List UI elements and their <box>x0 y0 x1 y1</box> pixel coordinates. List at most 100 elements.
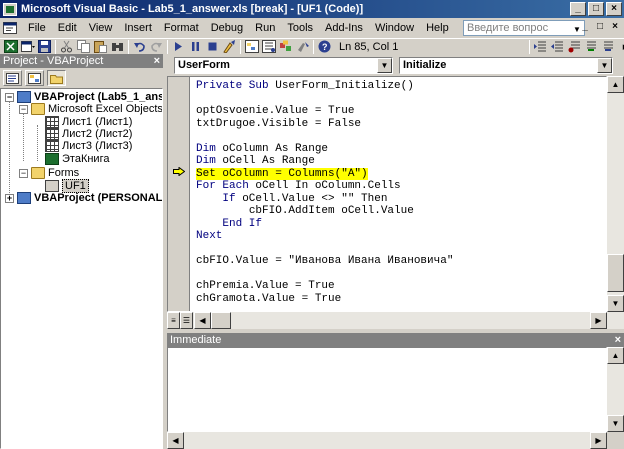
tree-node-forms[interactable]: − Forms <box>19 167 79 179</box>
close-icon[interactable]: × <box>154 54 160 68</box>
toggle-breakpoint-icon[interactable] <box>566 39 583 54</box>
tree-node-sheet2[interactable]: Лист2 (Лист2) <box>45 128 132 140</box>
immediate-vertical-scrollbar[interactable]: ▲ ▼ <box>607 347 624 432</box>
collapse-icon[interactable]: − <box>19 168 28 178</box>
reset-icon[interactable] <box>204 39 221 54</box>
view-object-button[interactable] <box>25 70 44 86</box>
tree-node-sheet3[interactable]: Лист3 (Лист3) <box>45 140 132 152</box>
collapse-icon[interactable]: − <box>19 104 28 114</box>
code-window-icon[interactable] <box>2 21 18 35</box>
undo-icon[interactable] <box>131 39 148 54</box>
code-line[interactable]: txtDrugoe.Visible = False <box>196 118 361 131</box>
tree-node-workbook[interactable]: ЭтаКнига <box>45 153 109 165</box>
tree-node-vbaproject-lab5[interactable]: − VBAProject (Lab5_1_answer. <box>5 91 162 103</box>
copy-icon[interactable] <box>75 39 92 54</box>
object-combo[interactable]: UserForm ▼ <box>174 57 393 74</box>
code-line[interactable]: Dim oCell As Range <box>196 155 315 168</box>
run-icon[interactable] <box>170 39 187 54</box>
menu-view[interactable]: View <box>83 22 119 34</box>
minimize-button[interactable]: _ <box>570 2 586 16</box>
redo-icon[interactable] <box>148 39 165 54</box>
help-icon[interactable]: ? <box>316 39 333 54</box>
breakpoint-margin[interactable] <box>168 77 190 311</box>
menu-run[interactable]: Run <box>249 22 281 34</box>
menu-file[interactable]: File <box>22 22 52 34</box>
menu-help[interactable]: Help <box>420 22 455 34</box>
code-line[interactable]: End If <box>196 218 262 231</box>
code-line[interactable]: If oCell.Value <> "" Then <box>196 193 387 206</box>
expand-icon[interactable]: + <box>5 193 14 203</box>
tree-node-vbaproject-personal[interactable]: + VBAProject (PERSONAL.XLS) <box>5 192 162 204</box>
mdi-close-button[interactable]: × <box>608 21 622 34</box>
menu-tools[interactable]: Tools <box>281 22 319 34</box>
chevron-down-icon[interactable]: ▼ <box>597 58 612 73</box>
break-icon[interactable] <box>187 39 204 54</box>
code-line[interactable]: chPremia.Value = True <box>196 280 335 293</box>
scroll-down-icon[interactable]: ▼ <box>607 295 624 312</box>
code-vertical-scrollbar[interactable]: ▲ ▼ <box>607 76 624 312</box>
scroll-thumb[interactable] <box>607 254 624 292</box>
paste-icon[interactable] <box>92 39 109 54</box>
code-horizontal-scrollbar[interactable]: ≡ ☰ ◀ ▶ <box>167 312 624 329</box>
view-code-button[interactable] <box>3 70 22 86</box>
outdent-icon[interactable] <box>549 39 566 54</box>
close-button[interactable]: × <box>606 2 622 16</box>
project-explorer-icon[interactable] <box>243 39 260 54</box>
project-tree[interactable]: − VBAProject (Lab5_1_answer. − Microsoft… <box>0 88 163 449</box>
find-icon[interactable] <box>109 39 126 54</box>
close-icon[interactable]: × <box>615 333 621 347</box>
scroll-thumb[interactable] <box>211 312 231 329</box>
toolbar-options-icon[interactable]: ▸ <box>617 39 624 54</box>
maximize-button[interactable]: □ <box>588 2 604 16</box>
code-line[interactable]: cbFIO.AddItem oCell.Value <box>196 205 414 218</box>
menu-insert[interactable]: Insert <box>118 22 158 34</box>
indent-icon[interactable] <box>532 39 549 54</box>
code-line[interactable]: cbFIO.Value = "Иванова Ивана Ивановича" <box>196 255 453 268</box>
collapse-icon[interactable]: − <box>5 92 14 102</box>
design-mode-icon[interactable] <box>221 39 238 54</box>
full-module-view-icon[interactable]: ☰ <box>180 312 193 329</box>
tree-node-sheet1[interactable]: Лист1 (Лист1) <box>45 116 132 128</box>
insert-userform-icon[interactable] <box>19 39 36 54</box>
scroll-up-icon[interactable]: ▲ <box>607 347 624 364</box>
code-line[interactable]: Set oColumn = Columns("A") <box>196 167 368 181</box>
procedure-view-icon[interactable]: ≡ <box>167 312 180 329</box>
code-line[interactable]: optOsvoenie.Value = True <box>196 105 354 118</box>
menu-format[interactable]: Format <box>158 22 205 34</box>
uncomment-block-icon[interactable] <box>600 39 617 54</box>
code-line[interactable]: Dim oColumn As Range <box>196 143 328 156</box>
immediate-horizontal-scrollbar[interactable]: ◀ ▶ <box>167 432 607 449</box>
code-line[interactable]: Next <box>196 230 222 243</box>
toggle-folders-button[interactable] <box>47 70 66 86</box>
cut-icon[interactable] <box>58 39 75 54</box>
code-editor[interactable]: Private Sub UserForm_Initialize() optOsvo… <box>167 76 607 312</box>
immediate-window[interactable] <box>167 347 607 432</box>
code-line[interactable]: Private Sub UserForm_Initialize() <box>196 80 414 93</box>
chevron-down-icon[interactable]: ▼ <box>377 58 392 73</box>
mdi-restore-button[interactable]: □ <box>593 21 607 34</box>
code-line[interactable]: For Each oCell In oColumn.Cells <box>196 180 401 193</box>
tree-node-excel-objects[interactable]: − Microsoft Excel Objects <box>19 103 162 115</box>
toolbox-icon[interactable] <box>294 39 311 54</box>
object-browser-icon[interactable] <box>277 39 294 54</box>
properties-window-icon[interactable] <box>260 39 277 54</box>
mdi-minimize-button[interactable]: _ <box>578 21 592 34</box>
toolbar-separator <box>55 39 56 54</box>
scroll-up-icon[interactable]: ▲ <box>607 76 624 93</box>
excel-view-icon[interactable] <box>2 39 19 54</box>
comment-block-icon[interactable] <box>583 39 600 54</box>
menu-debug[interactable]: Debug <box>205 22 249 34</box>
scroll-left-icon[interactable]: ◀ <box>167 432 184 449</box>
code-line[interactable]: chGramota.Value = True <box>196 293 341 306</box>
scroll-down-icon[interactable]: ▼ <box>607 415 624 432</box>
scroll-right-icon[interactable]: ▶ <box>590 312 607 329</box>
menu-add-ins[interactable]: Add-Ins <box>319 22 369 34</box>
tree-node-uf1[interactable]: UF1 <box>45 179 89 193</box>
ask-question-input[interactable]: Введите вопрос <box>463 20 585 36</box>
save-icon[interactable] <box>36 39 53 54</box>
scroll-left-icon[interactable]: ◀ <box>194 312 211 329</box>
procedure-combo[interactable]: Initialize ▼ <box>399 57 613 74</box>
scroll-right-icon[interactable]: ▶ <box>590 432 607 449</box>
menu-edit[interactable]: Edit <box>52 22 83 34</box>
menu-window[interactable]: Window <box>369 22 420 34</box>
